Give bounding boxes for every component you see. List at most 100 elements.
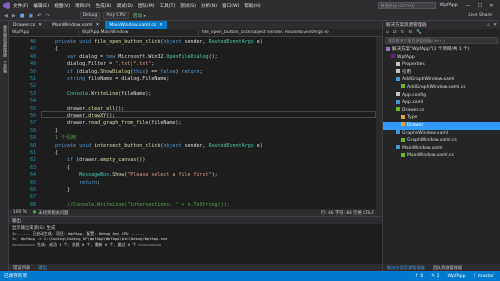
output-pane: 输出 显示输出来源(S): 生成 1>------ 已启动生成: 项目: Wpf… xyxy=(9,216,382,271)
solution-tree-item[interactable]: MainWindow.xaml.cs xyxy=(383,152,500,160)
line-number: 63 xyxy=(29,164,36,171)
menu-item[interactable]: 视图(V) xyxy=(54,3,70,9)
properties-icon[interactable]: 🔧 xyxy=(416,30,422,35)
menu-item[interactable]: 帮助(H) xyxy=(244,3,260,9)
menu-item[interactable]: 窗口(W) xyxy=(222,3,239,9)
toolbox-tab[interactable]: 工具箱 xyxy=(2,61,8,73)
document-tab[interactable]: MainWindow.xaml.cs ✕ xyxy=(105,21,167,29)
menu-item[interactable]: 生成(B) xyxy=(96,3,112,9)
code-editor[interactable]: 46 private void file_open_button_click(ob… xyxy=(9,37,382,209)
status-item[interactable]: ✎ 2 xyxy=(431,274,439,279)
menu-item[interactable]: 编辑(E) xyxy=(33,3,49,9)
menu-item[interactable]: 工具(T) xyxy=(160,3,176,9)
code-token: void xyxy=(79,39,95,45)
solution-tree-item[interactable]: MainWindow.xaml xyxy=(383,145,500,153)
redo-icon[interactable]: ↷ xyxy=(45,13,49,19)
pin-icon[interactable]: ⊥ xyxy=(486,23,490,28)
output-tab[interactable]: 错误列表 xyxy=(9,265,34,271)
save-icon[interactable]: ■ xyxy=(20,13,25,19)
solution-icon xyxy=(386,46,390,51)
collapse-icon[interactable]: ⊟ xyxy=(408,30,412,35)
solution-tree-item[interactable]: 引用 xyxy=(383,69,500,77)
code-line: return; xyxy=(55,180,100,187)
cursor-position: 行: 46 字符: 84 空格 CRLF xyxy=(321,210,374,216)
solution-tree-item[interactable]: App.xaml xyxy=(383,99,500,107)
solution-tree-item-label: Type xyxy=(407,115,418,121)
status-item[interactable]: WpfApp xyxy=(448,274,466,279)
maximize-icon[interactable]: ☐ xyxy=(478,3,482,9)
solution-tree-item[interactable]: AddGraphWindow.xaml.cs xyxy=(383,84,500,92)
xaml-icon xyxy=(396,76,400,81)
forward-icon[interactable]: ▶ xyxy=(12,13,16,19)
output-source-select[interactable]: 显示输出来源(S): 生成 xyxy=(12,225,55,231)
menu-item[interactable]: 项目(P) xyxy=(75,3,91,9)
solution-tree-item[interactable]: GraphsWindow.xaml xyxy=(383,130,500,138)
solution-tree-item[interactable]: Drawer.cs xyxy=(383,107,500,115)
code-token: ()) xyxy=(136,157,146,164)
menu-item[interactable]: 测试(S) xyxy=(180,3,196,9)
solution-bottom-tab[interactable]: 团队资源管理器 xyxy=(429,265,466,271)
live-share-button[interactable]: Live Share xyxy=(468,13,492,18)
platform-select[interactable]: Any CPU xyxy=(103,12,129,19)
left-tool-tabs: 服务器资源管理器 工具箱 xyxy=(0,21,9,271)
status-bar: 已保存的项 ↑ 0 ✎ 2 WpfApp ᚴ master xyxy=(0,271,500,281)
document-tab[interactable]: Drawer.cs ✕ xyxy=(9,21,46,29)
menu-item[interactable]: 调试(D) xyxy=(117,3,133,9)
menu-item[interactable]: 文件(F) xyxy=(13,3,28,9)
tab-close-icon[interactable]: ✕ xyxy=(38,23,42,28)
solution-tree-item[interactable]: GraphWindow.xaml.cs xyxy=(383,137,500,145)
solution-tree-item[interactable]: Type xyxy=(383,114,500,122)
config-select[interactable]: Debug xyxy=(79,12,101,19)
home-icon[interactable]: ⌂ xyxy=(386,30,389,35)
solution-tree-item[interactable]: WpfApp xyxy=(383,54,500,62)
line-number: 54 xyxy=(29,98,36,105)
output-title: 输出 xyxy=(12,218,21,224)
code-token: ) == xyxy=(145,68,161,75)
quick-launch[interactable]: 快速启动 (Ctrl+Q) xyxy=(377,2,436,9)
back-icon[interactable]: ◀ xyxy=(4,13,8,19)
member-dropdown[interactable]: file_open_button_click(object sender, Ro… xyxy=(199,30,382,35)
solution-tree-item[interactable]: AddGraphWindow.xaml xyxy=(383,76,500,84)
code-token: if xyxy=(67,157,77,164)
refresh-icon[interactable]: ↻ xyxy=(401,30,405,35)
solution-bottom-tab[interactable]: 解决方案资源管理器 xyxy=(383,265,429,271)
csharp-file-icon xyxy=(396,107,400,112)
sync-icon[interactable]: ⇄ xyxy=(393,30,397,35)
close-icon[interactable]: ✕ xyxy=(489,3,493,9)
code-line: string fileName = dialog.FileName; xyxy=(55,76,169,83)
solution-tree-item[interactable]: Drawer xyxy=(383,121,500,130)
minimize-icon[interactable]: — xyxy=(466,3,471,9)
tab-close-icon[interactable]: ✕ xyxy=(96,23,100,28)
status-item[interactable]: ᚴ master xyxy=(474,273,494,279)
tab-close-icon[interactable]: ✕ xyxy=(159,23,163,28)
project-dropdown[interactable]: WpfApp xyxy=(9,30,79,35)
solution-search[interactable]: 搜索解决方案资源管理器(Ctrl+;) xyxy=(385,37,498,44)
menu-item[interactable]: 团队(M) xyxy=(138,3,155,9)
zoom-level[interactable]: 100 % xyxy=(13,210,27,215)
solution-tree-item-label: GraphWindow.xaml.cs xyxy=(407,138,457,144)
solution-toolbar: ⌂ ⇄ ↻ ⊟ 🔧 xyxy=(383,29,500,36)
server-explorer-tab[interactable]: 服务器资源管理器 xyxy=(2,25,8,57)
undo-icon[interactable]: ↶ xyxy=(37,13,41,19)
document-tab[interactable]: MainWindow.xaml ✕ xyxy=(48,21,103,29)
start-button[interactable]: 启动 ▸ xyxy=(133,12,147,19)
class-dropdown[interactable]: WpfApp.MainWindow xyxy=(79,30,199,35)
quick-launch-input[interactable]: 快速启动 (Ctrl+Q) xyxy=(381,3,415,9)
status-item[interactable]: ↑ 0 xyxy=(415,274,423,279)
save-all-icon[interactable]: ▣ xyxy=(28,13,33,19)
line-number: 56 xyxy=(29,113,36,119)
code-line: { xyxy=(55,46,58,53)
output-tab[interactable]: 输出 xyxy=(34,265,51,271)
solution-tree-item[interactable]: 解决方案"WpfApp"(1 个项目/共 1 个) xyxy=(383,46,500,54)
solution-tree-item[interactable]: App.config xyxy=(383,92,500,100)
menu-item[interactable]: 分析(N) xyxy=(201,3,217,9)
solution-tree-item[interactable]: Properties xyxy=(383,61,500,69)
code-token: (dialog. xyxy=(76,68,101,75)
document-tab-label: Drawer.cs xyxy=(13,22,36,28)
close-panel-icon[interactable]: ✕ xyxy=(493,23,497,28)
code-token: } xyxy=(55,187,71,193)
